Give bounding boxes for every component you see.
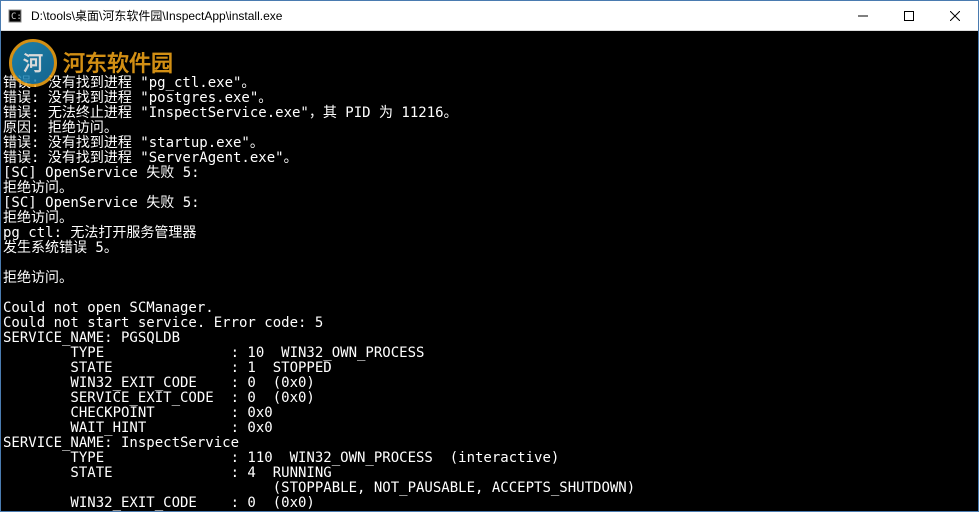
console-line: 错误: 没有找到进程 "postgres.exe"。 <box>3 91 976 106</box>
console-line: WAIT_HINT : 0x0 <box>3 421 976 436</box>
watermark: 河 河东软件园 <box>9 39 173 87</box>
console-line <box>3 286 976 301</box>
console-line: TYPE : 10 WIN32_OWN_PROCESS <box>3 346 976 361</box>
minimize-button[interactable] <box>840 1 886 30</box>
console-line: 拒绝访问。 <box>3 271 976 286</box>
console-line: STATE : 1 STOPPED <box>3 361 976 376</box>
titlebar[interactable]: C:\ D:\tools\桌面\河东软件园\InspectApp\install… <box>1 1 978 31</box>
console-line: 原因: 拒绝访问。 <box>3 121 976 136</box>
console-line: (STOPPABLE, NOT_PAUSABLE, ACCEPTS_SHUTDO… <box>3 481 976 496</box>
console-line: [SC] OpenService 失败 5: <box>3 196 976 211</box>
console-line: 拒绝访问。 <box>3 211 976 226</box>
app-window: C:\ D:\tools\桌面\河东软件园\InspectApp\install… <box>0 0 979 512</box>
watermark-logo-icon: 河 <box>9 39 57 87</box>
app-icon: C:\ <box>7 8 23 24</box>
console-line: Could not open SCManager. <box>3 301 976 316</box>
console-line: pg_ctl: 无法打开服务管理器 <box>3 226 976 241</box>
console-line: CHECKPOINT : 0x0 <box>3 406 976 421</box>
close-button[interactable] <box>932 1 978 30</box>
console-line: TYPE : 110 WIN32_OWN_PROCESS (interactiv… <box>3 451 976 466</box>
console-line: 拒绝访问。 <box>3 181 976 196</box>
console-line: 错误: 没有找到进程 "startup.exe"。 <box>3 136 976 151</box>
console-line <box>3 256 976 271</box>
console-output[interactable]: 河 河东软件园 错误: 没有找到进程 "pg_ctl.exe"。错误: 没有找到… <box>1 31 978 511</box>
console-line: SERVICE_NAME: PGSQLDB <box>3 331 976 346</box>
console-line: WIN32_EXIT_CODE : 0 (0x0) <box>3 376 976 391</box>
console-line: 错误: 没有找到进程 "ServerAgent.exe"。 <box>3 151 976 166</box>
window-controls <box>840 1 978 30</box>
console-line: 发生系统错误 5。 <box>3 241 976 256</box>
console-line: STATE : 4 RUNNING <box>3 466 976 481</box>
watermark-text: 河东软件园 <box>63 56 173 71</box>
console-line: [SC] OpenService 失败 5: <box>3 166 976 181</box>
console-line: Could not start service. Error code: 5 <box>3 316 976 331</box>
console-line: 错误: 无法终止进程 "InspectService.exe"，其 PID 为 … <box>3 106 976 121</box>
console-line: WIN32_EXIT_CODE : 0 (0x0) <box>3 496 976 511</box>
console-line: SERVICE_EXIT_CODE : 0 (0x0) <box>3 391 976 406</box>
maximize-button[interactable] <box>886 1 932 30</box>
window-title: D:\tools\桌面\河东软件园\InspectApp\install.exe <box>29 7 840 24</box>
console-line: SERVICE_NAME: InspectService <box>3 436 976 451</box>
svg-text:C:\: C:\ <box>11 12 22 22</box>
